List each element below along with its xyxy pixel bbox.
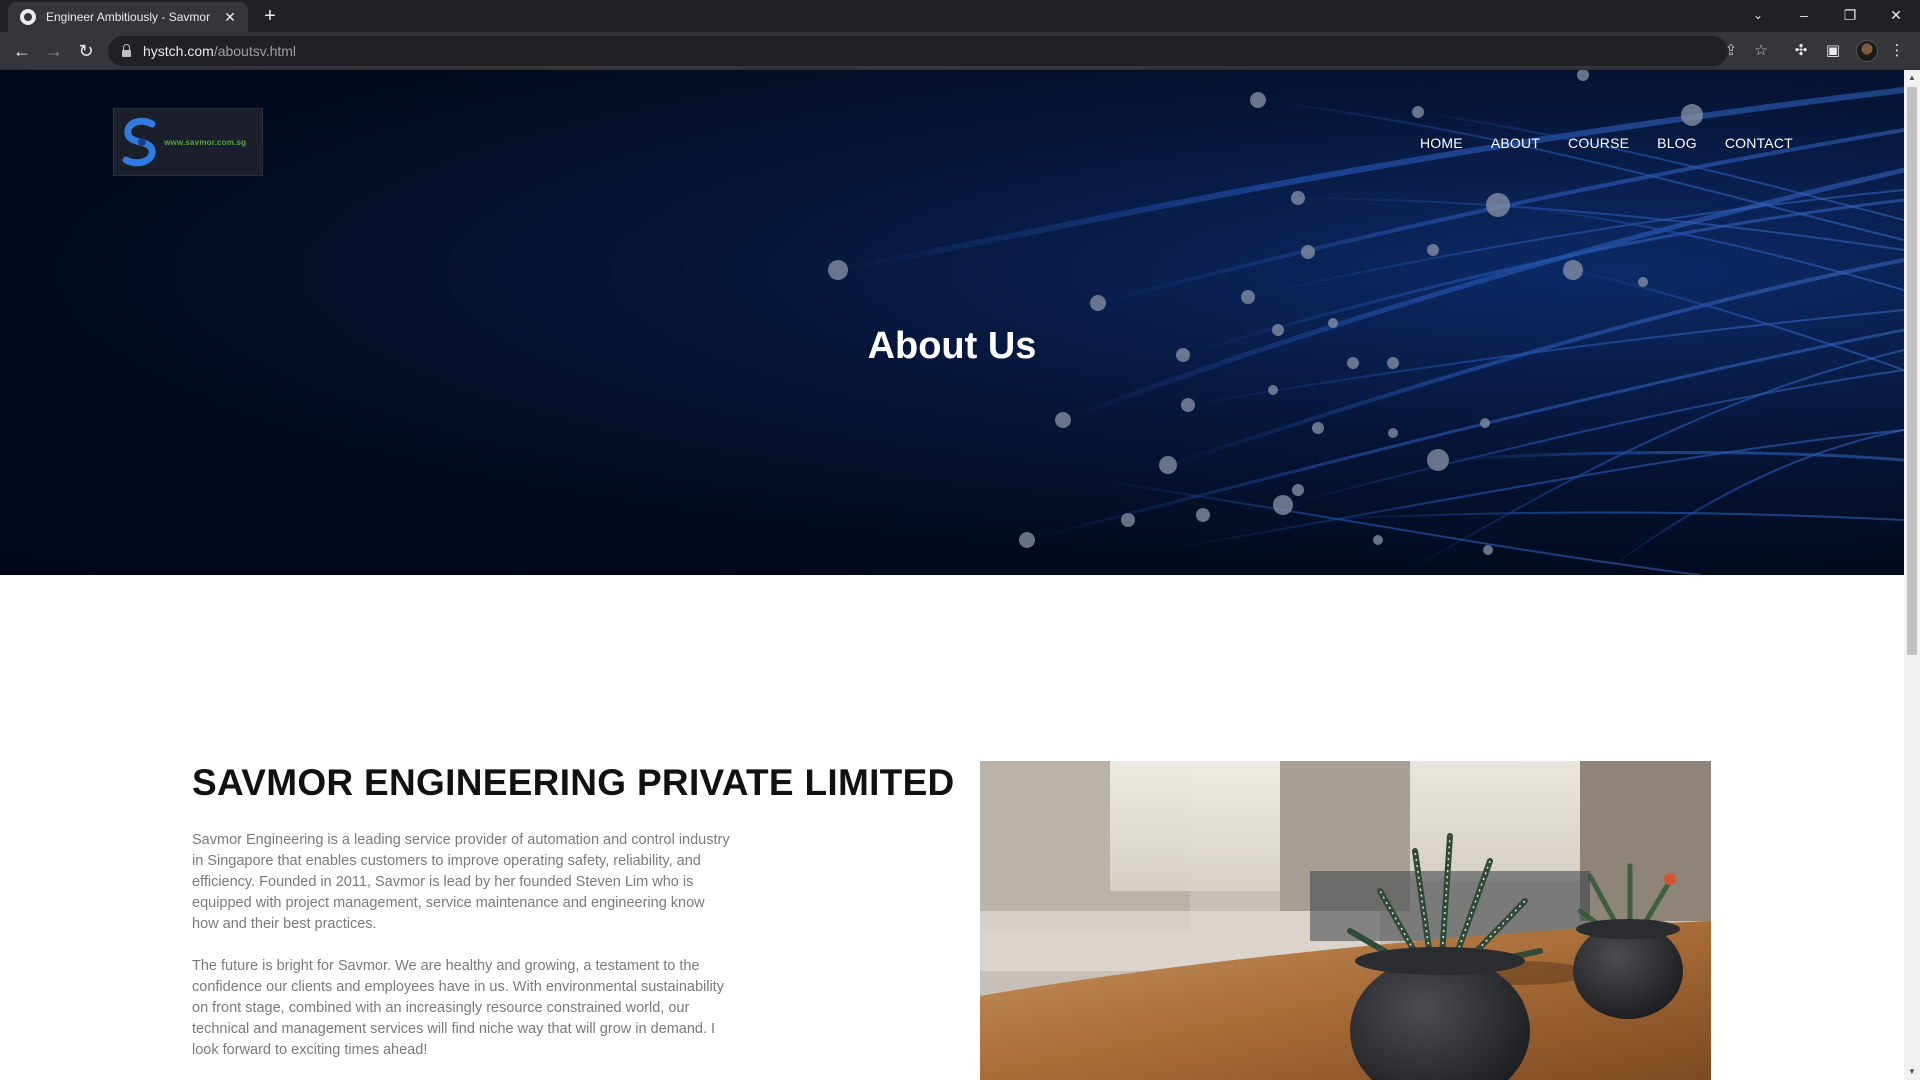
bookmark-star-icon[interactable]: ☆ xyxy=(1750,40,1772,62)
minimize-button[interactable]: – xyxy=(1782,0,1826,30)
url-text: hystch.com/aboutsv.html xyxy=(143,43,297,59)
main-navigation: HOME ABOUT COURSE BLOG CONTACT xyxy=(1420,135,1821,151)
scroll-up-arrow-icon[interactable]: ▲ xyxy=(1904,70,1920,86)
tab-title: Engineer Ambitiously - Savmor xyxy=(46,10,211,24)
lock-icon[interactable] xyxy=(122,43,131,57)
scroll-down-arrow-icon[interactable]: ▼ xyxy=(1904,1064,1920,1080)
reload-button[interactable]: ↻ xyxy=(72,37,100,65)
side-panel-icon[interactable]: ▣ xyxy=(1822,40,1844,62)
new-tab-button[interactable]: + xyxy=(258,4,282,28)
share-icon[interactable]: ⇪ xyxy=(1720,40,1742,62)
address-bar[interactable]: hystch.com/aboutsv.html ⇪ ☆ xyxy=(108,36,1768,66)
back-button[interactable]: ← xyxy=(8,37,36,65)
nav-home[interactable]: HOME xyxy=(1420,135,1463,151)
browser-tab[interactable]: Engineer Ambitiously - Savmor ✕ xyxy=(8,2,248,32)
logo-text: www.savmor.com.sg xyxy=(164,137,247,147)
close-window-button[interactable]: ✕ xyxy=(1874,0,1918,30)
page-title: About Us xyxy=(867,325,1037,367)
menu-kebab-icon[interactable]: ⋮ xyxy=(1886,40,1908,62)
page-viewport: www.savmor.com.sg HOME ABOUT COURSE BLOG… xyxy=(0,70,1904,1080)
about-paragraph-2: The future is bright for Savmor. We are … xyxy=(192,958,724,1058)
restore-button[interactable]: ❐ xyxy=(1828,0,1872,30)
savmor-logo[interactable]: www.savmor.com.sg xyxy=(113,108,263,176)
nav-about[interactable]: ABOUT xyxy=(1491,135,1540,151)
browser-tabstrip: Engineer Ambitiously - Savmor ✕ + ⌄ – ❐ … xyxy=(0,0,1920,32)
nav-contact[interactable]: CONTACT xyxy=(1725,135,1793,151)
nav-course[interactable]: COURSE xyxy=(1568,135,1629,151)
globe-icon xyxy=(20,9,36,25)
tab-search-icon[interactable]: ⌄ xyxy=(1736,0,1780,30)
close-tab-icon[interactable]: ✕ xyxy=(222,9,238,26)
profile-avatar[interactable] xyxy=(1856,40,1878,62)
about-paragraph-1: Savmor Engineering is a leading service … xyxy=(192,832,730,932)
company-name-heading: SAVMOR ENGINEERING PRIVATE LIMITED xyxy=(192,762,955,803)
office-plant-photo xyxy=(980,761,1711,1080)
forward-button[interactable]: → xyxy=(40,37,68,65)
scrollbar-thumb[interactable] xyxy=(1907,87,1917,655)
nav-blog[interactable]: BLOG xyxy=(1657,135,1697,151)
hero-banner: www.savmor.com.sg HOME ABOUT COURSE BLOG… xyxy=(0,70,1904,575)
browser-toolbar: ← → ↻ hystch.com/aboutsv.html ⇪ ☆ ✣ ▣ ⋮ xyxy=(0,32,1920,70)
savmor-s-logo-icon xyxy=(120,116,160,168)
extensions-icon[interactable]: ✣ xyxy=(1790,40,1812,62)
page-scrollbar[interactable]: ▲ ▼ xyxy=(1904,70,1920,1080)
